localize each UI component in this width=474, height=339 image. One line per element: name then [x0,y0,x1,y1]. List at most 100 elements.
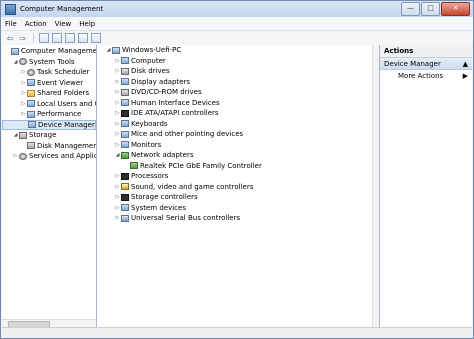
device-tree: ◢ Windows-Uefi-PC ▷ Computer ▷ Disk drives ▷ Di… [97,45,379,224]
computer-icon [121,204,129,212]
device-tree-item[interactable]: ▷ Disk drives [97,66,379,77]
console-tree-item[interactable]: Device Manager [2,119,96,130]
console-icon[interactable] [91,33,101,43]
menu-action[interactable]: Action [25,20,47,28]
console-tree-item[interactable]: ◢ System Tools [2,57,96,68]
collapsed-arrow-icon[interactable]: ▷ [20,109,27,119]
collapsed-arrow-icon[interactable]: ▷ [114,129,121,139]
collapsed-arrow-icon[interactable]: ▷ [114,171,121,181]
console-tree-item[interactable]: ▷ Local Users and Gr [2,99,96,110]
disk-icon [27,142,35,150]
device-tree-item[interactable]: ▷ Display adapters [97,77,379,88]
console-tree-item[interactable]: ▷ Shared Folders [2,88,96,99]
collapsed-arrow-icon[interactable]: ▷ [114,66,121,76]
tree-item-label: Event Viewer [37,78,84,87]
menu-view[interactable]: View [55,20,72,28]
forward-arrow-icon[interactable]: ⇨ [18,33,28,43]
collapsed-arrow-icon[interactable]: ▷ [114,98,121,108]
tree-item-label: Mice and other pointing devices [131,130,244,139]
minimize-button[interactable]: — [401,2,420,16]
collapsed-arrow-icon[interactable]: ▷ [114,140,121,150]
expanded-arrow-icon[interactable]: ◢ [114,150,121,160]
device-tree-item[interactable]: ▷ Mice and other pointing devices [97,129,379,140]
device-tree-item[interactable]: ▷ DVD/CD-ROM drives [97,87,379,98]
device-tree-item[interactable]: ▷ Universal Serial Bus controllers [97,213,379,224]
device-tree-item[interactable]: ▷ Keyboards [97,119,379,130]
collapsed-arrow-icon[interactable]: ▷ [114,119,121,129]
gear-icon [19,152,27,160]
expanded-arrow-icon[interactable]: ◢ [105,45,112,55]
computer-icon [112,46,120,54]
keyboard-icon [121,120,129,128]
window-title: Computer Management [20,5,104,13]
collapsed-arrow-icon[interactable]: ▷ [114,56,121,66]
collapsed-arrow-icon[interactable]: ▷ [114,213,121,223]
collapsed-arrow-icon[interactable]: ▷ [114,108,121,118]
collapsed-arrow-icon[interactable]: ▷ [12,151,19,161]
collapsed-arrow-icon[interactable]: ▷ [114,77,121,87]
up-folder-icon[interactable] [39,33,49,43]
device-tree-item[interactable]: ▷ Computer [97,56,379,67]
monitor-icon [121,78,129,86]
properties-icon[interactable] [65,33,75,43]
tree-item-label: Local Users and Gr [37,99,97,108]
status-bar [2,327,472,338]
actions-pane: Actions Device Manager ▲ More Actions ▶ [380,45,472,328]
tree-item-label: System Tools [29,57,75,66]
tree-item-label: Monitors [131,140,162,149]
tree-item-label: Realtek PCIe GbE Family Controller [140,161,262,170]
snd-icon [121,183,129,191]
collapsed-arrow-icon[interactable]: ▷ [20,88,27,98]
console-tree-item[interactable]: Computer Management [2,46,96,57]
vertical-scrollbar[interactable] [372,45,379,328]
usb-icon [121,214,129,222]
collapsed-arrow-icon[interactable]: ▷ [114,182,121,192]
device-tree-item[interactable]: ▷ IDE ATA/ATAPI controllers [97,108,379,119]
collapsed-arrow-icon[interactable]: ▷ [20,78,27,88]
maximize-button[interactable]: □ [421,2,440,16]
hid-icon [121,99,129,107]
device-tree-item[interactable]: ▷ System devices [97,203,379,214]
device-tree-item[interactable]: ▷ Human Interface Devices [97,98,379,109]
menu-help[interactable]: Help [79,20,95,28]
menu-file[interactable]: File [5,20,17,28]
folder-icon [27,89,35,97]
tree-item-label: Device Manager [38,120,95,129]
console-tree-item[interactable]: ▷ Task Scheduler [2,67,96,78]
back-arrow-icon[interactable]: ⇦ [5,33,15,43]
more-actions-item[interactable]: More Actions ▶ [380,70,472,82]
collapsed-arrow-icon[interactable]: ▷ [114,87,121,97]
collapsed-arrow-icon[interactable]: ▷ [20,99,27,109]
device-tree-item[interactable]: ▷ Sound, video and game controllers [97,182,379,193]
collapsed-arrow-icon[interactable]: ▷ [20,67,27,77]
collapsed-arrow-icon[interactable]: ▷ [114,192,121,202]
device-tree-item[interactable]: ◢ Network adapters [97,150,379,161]
expanded-arrow-icon[interactable]: ◢ [12,57,19,67]
show-hide-tree-icon[interactable] [52,33,62,43]
help-icon[interactable] [78,33,88,43]
console-tree-item[interactable]: ◢ Storage [2,130,96,141]
disk-icon [19,131,27,139]
actions-section-device-manager[interactable]: Device Manager ▲ [380,58,472,70]
toolbar: ⇦ ⇨ [1,31,473,46]
console-tree-item[interactable]: Disk Management [2,141,96,152]
close-button[interactable]: ✕ [441,2,470,16]
device-tree-item[interactable]: ▷ Processors [97,171,379,182]
title-bar[interactable]: Computer Management — □ ✕ [1,1,473,17]
tree-item-label: Network adapters [131,151,194,160]
device-tree-item[interactable]: Realtek PCIe GbE Family Controller [97,161,379,172]
chip-icon [121,193,129,201]
collapse-arrow-icon[interactable]: ▲ [463,60,468,68]
device-tree-item[interactable]: ◢ Windows-Uefi-PC [97,45,379,56]
expanded-arrow-icon[interactable]: ◢ [12,130,19,140]
collapsed-arrow-icon[interactable]: ▷ [114,203,121,213]
console-tree-item[interactable]: ▷ Event Viewer [2,78,96,89]
console-tree-pane: Computer Management ◢ System Tools ▷ Task Sc… [2,45,97,328]
console-tree-item[interactable]: ▷ Services and Applicat [2,151,96,162]
device-tree-item[interactable]: ▷ Storage controllers [97,192,379,203]
device-tree-item[interactable]: ▷ Monitors [97,140,379,151]
mouse-icon [121,130,129,138]
console-tree-item[interactable]: ▷ Performance [2,109,96,120]
net-icon [130,162,138,170]
tree-item-label: Storage [29,131,57,140]
